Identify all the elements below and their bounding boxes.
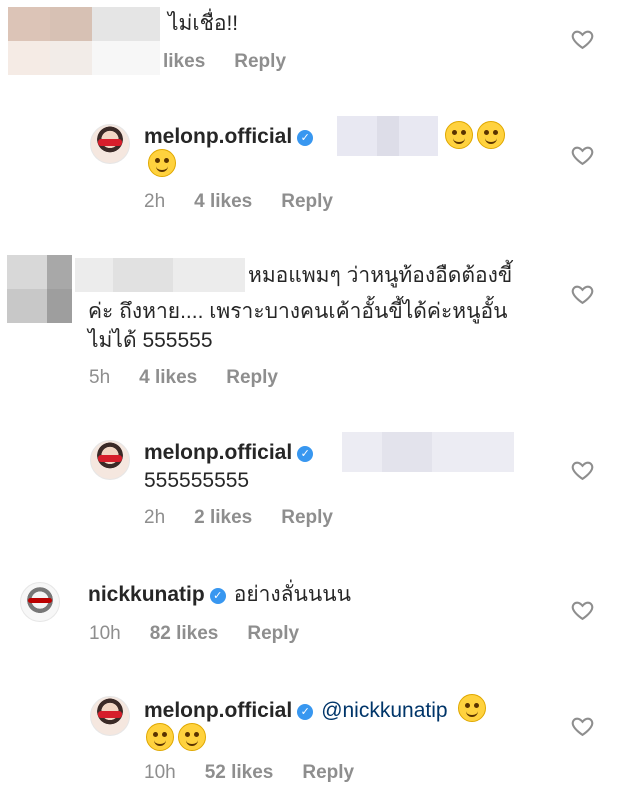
heart-outline-icon[interactable] [570,714,595,739]
comment-meta: 2h 2 likes Reply [144,507,362,529]
username[interactable]: nickkunatip [88,583,205,606]
comment-meta: 10h 82 likes Reply [89,623,328,645]
comment-emojis [144,149,176,180]
time-ago: 5h [89,367,111,388]
time-ago: 2h [144,507,166,528]
comment-header: melonp.official ✓ [144,122,321,151]
zany-face-emoji [148,149,176,177]
comment-meta: 2h 4 likes Reply [144,191,362,213]
like-count[interactable]: 4 likes [194,191,252,212]
blurred-username [75,258,245,292]
like-count[interactable]: 52 likes [205,762,274,783]
reply-button[interactable]: Reply [226,367,278,388]
heart-outline-icon[interactable] [570,598,595,623]
verified-badge-icon: ✓ [297,446,314,462]
heart-outline-icon[interactable] [570,458,595,483]
melonp-avatar[interactable] [90,124,130,164]
comment-text: ไม่เชื่อ!! [168,12,239,35]
verified-badge-icon: ✓ [297,704,314,720]
username[interactable]: melonp.official [144,699,292,722]
zany-face-emoji [445,121,473,149]
mention-link[interactable]: @nickkunatip [321,699,447,722]
reply-button[interactable]: Reply [234,51,286,72]
comment-meta: likes Reply [163,51,315,73]
username[interactable]: melonp.official [144,441,292,464]
heart-outline-icon[interactable] [570,282,595,307]
comment-text: ไม่ได้ 555555 [88,329,213,352]
nickkunatip-avatar[interactable] [20,582,60,622]
like-count[interactable]: likes [163,51,205,72]
comment-emojis [441,121,505,152]
time-ago: 10h [89,623,121,644]
reply-button[interactable]: Reply [302,762,354,783]
comment-text: อย่างลั่นนนน [233,583,351,606]
verified-badge-icon: ✓ [297,130,314,146]
heart-outline-icon[interactable] [570,27,595,52]
time-ago: 2h [144,191,166,212]
comment-text: หมอแพมๆ ว่าหนูท้องอืดต้องขี้ [248,264,513,287]
comment-meta: 10h 52 likes Reply [144,762,383,784]
smiling-face-emoji [178,723,206,751]
reply-button[interactable]: Reply [247,623,299,644]
comment-emojis [142,723,206,754]
blurred-avatar [7,255,72,323]
username[interactable]: melonp.official [144,125,292,148]
heart-outline-icon[interactable] [570,143,595,168]
comment-header: nickkunatip ✓ อย่างลั่นนนน [88,580,351,609]
like-count[interactable]: 82 likes [150,623,219,644]
comment-text: 555555555 [144,469,250,492]
comment-header: melonp.official ✓ @nickkunatip [144,694,486,725]
comment-header: melonp.official ✓ [144,438,321,467]
like-count[interactable]: 2 likes [194,507,252,528]
melonp-avatar[interactable] [90,696,130,736]
smiling-face-emoji [457,694,486,722]
blurred-mention [337,116,438,156]
reply-button[interactable]: Reply [281,191,333,212]
like-count[interactable]: 4 likes [139,367,197,388]
time-ago: 10h [144,762,176,783]
blurred-mention [342,432,514,472]
blurred-avatar [8,7,160,75]
melonp-avatar[interactable] [90,440,130,480]
smiling-face-emoji [146,723,174,751]
reply-button[interactable]: Reply [281,507,333,528]
comment-meta: 5h 4 likes Reply [89,367,307,389]
zany-face-emoji [477,121,505,149]
comment-text: ค่ะ ถึงหาย.... เพราะบางคนเค้าอั้นขี้ได้ค… [88,300,508,323]
verified-badge-icon: ✓ [209,588,226,604]
